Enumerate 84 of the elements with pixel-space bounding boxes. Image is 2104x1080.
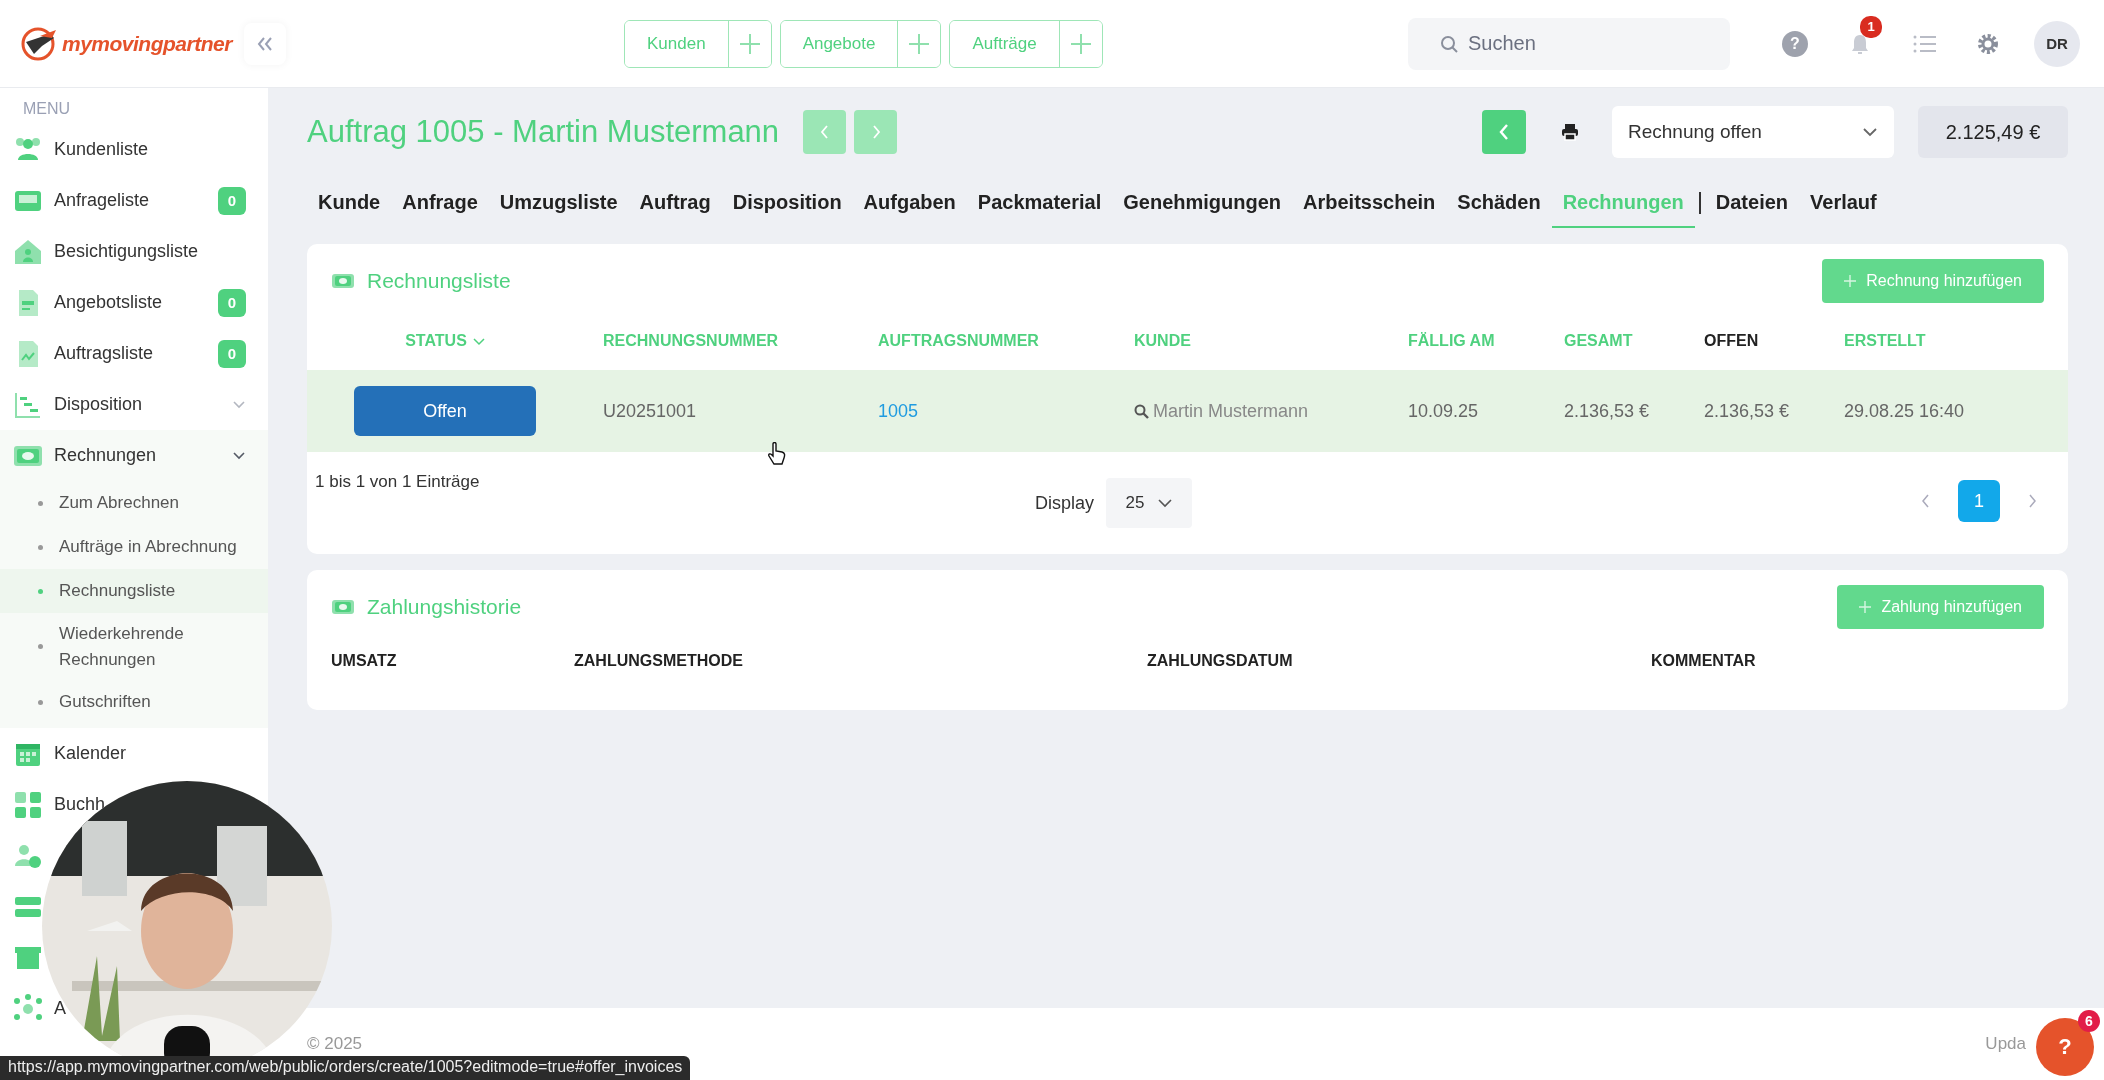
submenu-item[interactable]: Aufträge in Abrechnung <box>0 525 268 569</box>
banknote-icon <box>331 597 355 617</box>
bullet-icon <box>38 588 43 594</box>
table-cell: 29.08.25 16:40 <box>1844 400 1965 422</box>
menu-item[interactable]: Buchh <box>54 794 106 815</box>
tab[interactable]: Auftrag <box>628 178 722 228</box>
column-header: UMSATZ <box>331 651 398 671</box>
count-badge: 0 <box>218 186 246 215</box>
tab[interactable]: Umzugsliste <box>488 178 629 228</box>
entries-info: 1 bis 1 von 1 Einträge <box>315 472 481 492</box>
page-size-label: Display <box>1035 492 1095 514</box>
search-icon <box>1440 34 1458 53</box>
card-title: Rechnungsliste <box>367 269 511 293</box>
submenu-item[interactable]: Zum Abrechnen <box>0 481 268 525</box>
next-button[interactable] <box>854 110 898 154</box>
menu-item[interactable]: Besichtigungsliste <box>54 241 199 262</box>
page-size-dropdown[interactable]: 25 <box>1106 478 1193 528</box>
hand-cursor-icon <box>766 442 788 466</box>
back-button[interactable] <box>1482 110 1526 154</box>
table-cell: 10.09.25 <box>1408 400 1479 422</box>
previous-page-icon[interactable] <box>1920 493 1930 509</box>
status-button[interactable]: Offen <box>354 386 536 436</box>
menu-heading: MENU <box>22 99 72 119</box>
submenu-item[interactable]: Rechnungsliste <box>0 569 268 613</box>
tab[interactable]: Arbeitsschein <box>1292 178 1447 228</box>
tab[interactable]: Schäden <box>1446 178 1552 228</box>
tab[interactable]: Aufgaben <box>852 178 967 228</box>
notification-badge: 1 <box>1860 15 1882 38</box>
menu-item[interactable]: A <box>54 998 66 1019</box>
count-badge: 0 <box>218 288 246 317</box>
plus-icon <box>1069 32 1092 55</box>
tab[interactable]: Packmaterial <box>966 178 1113 228</box>
user-avatar[interactable]: DR <box>2034 20 2080 67</box>
menu-item[interactable]: Kundenliste <box>54 139 149 160</box>
menu-item[interactable]: Angebotsliste <box>54 292 163 313</box>
menu-item[interactable]: Kalender <box>54 743 127 764</box>
plus-icon <box>1859 601 1872 613</box>
table-cell: 2.136,53 € <box>1564 400 1650 422</box>
copyright-text: © 2025 <box>307 1034 363 1054</box>
previous-button[interactable] <box>803 110 847 154</box>
amount-display: 2.125,49 € <box>1918 106 2068 158</box>
collapse-button[interactable] <box>243 22 286 65</box>
column-header[interactable]: OFFEN <box>1704 312 1844 370</box>
table-cell: Martin Mustermann <box>1153 400 1309 422</box>
bullet-icon <box>38 544 43 550</box>
bullet-icon <box>38 644 43 649</box>
status-url: https://app.mymovingpartner.com/web/public/orders/create/1005?editmode=true#offer_invoices <box>0 1056 691 1080</box>
search-field[interactable]: Suchen <box>1408 17 1730 70</box>
printer-icon <box>1560 122 1580 142</box>
menu-item[interactable]: Anfrageliste <box>54 190 150 211</box>
chevron-down-icon <box>1158 497 1173 509</box>
menu-item[interactable]: Auftragsliste <box>54 343 154 364</box>
bullet-icon <box>38 500 43 506</box>
status-dropdown[interactable]: Rechnung offen <box>1612 106 1894 158</box>
submenu-item[interactable]: Gutschriften <box>0 680 268 724</box>
column-header: ZAHLUNGSDATUM <box>1147 651 1294 671</box>
column-header: ZAHLUNGSMETHODE <box>574 651 744 671</box>
chevron-down-icon <box>472 336 485 346</box>
plus-icon <box>1844 275 1857 287</box>
submenu-item[interactable]: Wiederkehrende Rechnungen <box>0 613 268 680</box>
next-page-icon[interactable] <box>2028 493 2038 509</box>
table-cell: 2.136,53 € <box>1704 400 1790 422</box>
table-cell: U20251001 <box>603 400 697 422</box>
menu-item[interactable]: Disposition <box>54 394 143 415</box>
tab[interactable]: Genehmigungen <box>1112 178 1293 228</box>
bullet-icon <box>38 699 43 705</box>
plus-icon <box>908 32 931 55</box>
count-badge: 0 <box>218 339 246 368</box>
plus-icon <box>738 32 761 55</box>
page-title: Auftrag 1005 - Martin Mustermann <box>307 114 780 150</box>
magnifier-icon[interactable] <box>1134 403 1149 419</box>
tab[interactable]: Disposition <box>721 178 853 228</box>
tab[interactable]: Anfrage <box>391 178 489 228</box>
tab[interactable]: Kunde <box>307 178 392 228</box>
tab[interactable]: Verlauf <box>1799 178 1888 228</box>
column-header: KOMMENTAR <box>1651 651 1757 671</box>
settings-icon[interactable] <box>1976 31 2000 56</box>
tab[interactable]: Dateien <box>1704 178 1800 228</box>
banknote-icon <box>331 271 355 291</box>
card-title: Zahlungshistorie <box>367 595 522 619</box>
footer-text: Upda <box>1985 1034 2026 1054</box>
table-row[interactable]: Offen U20251001 1005 Martin Mustermann 10.09.25 2.136,53 € 2.136,53 € 29.08.25 16:40 <box>307 370 2068 452</box>
logo-text: mymovingpartner <box>62 31 232 56</box>
menu-item[interactable]: Rechnungen <box>54 445 157 466</box>
